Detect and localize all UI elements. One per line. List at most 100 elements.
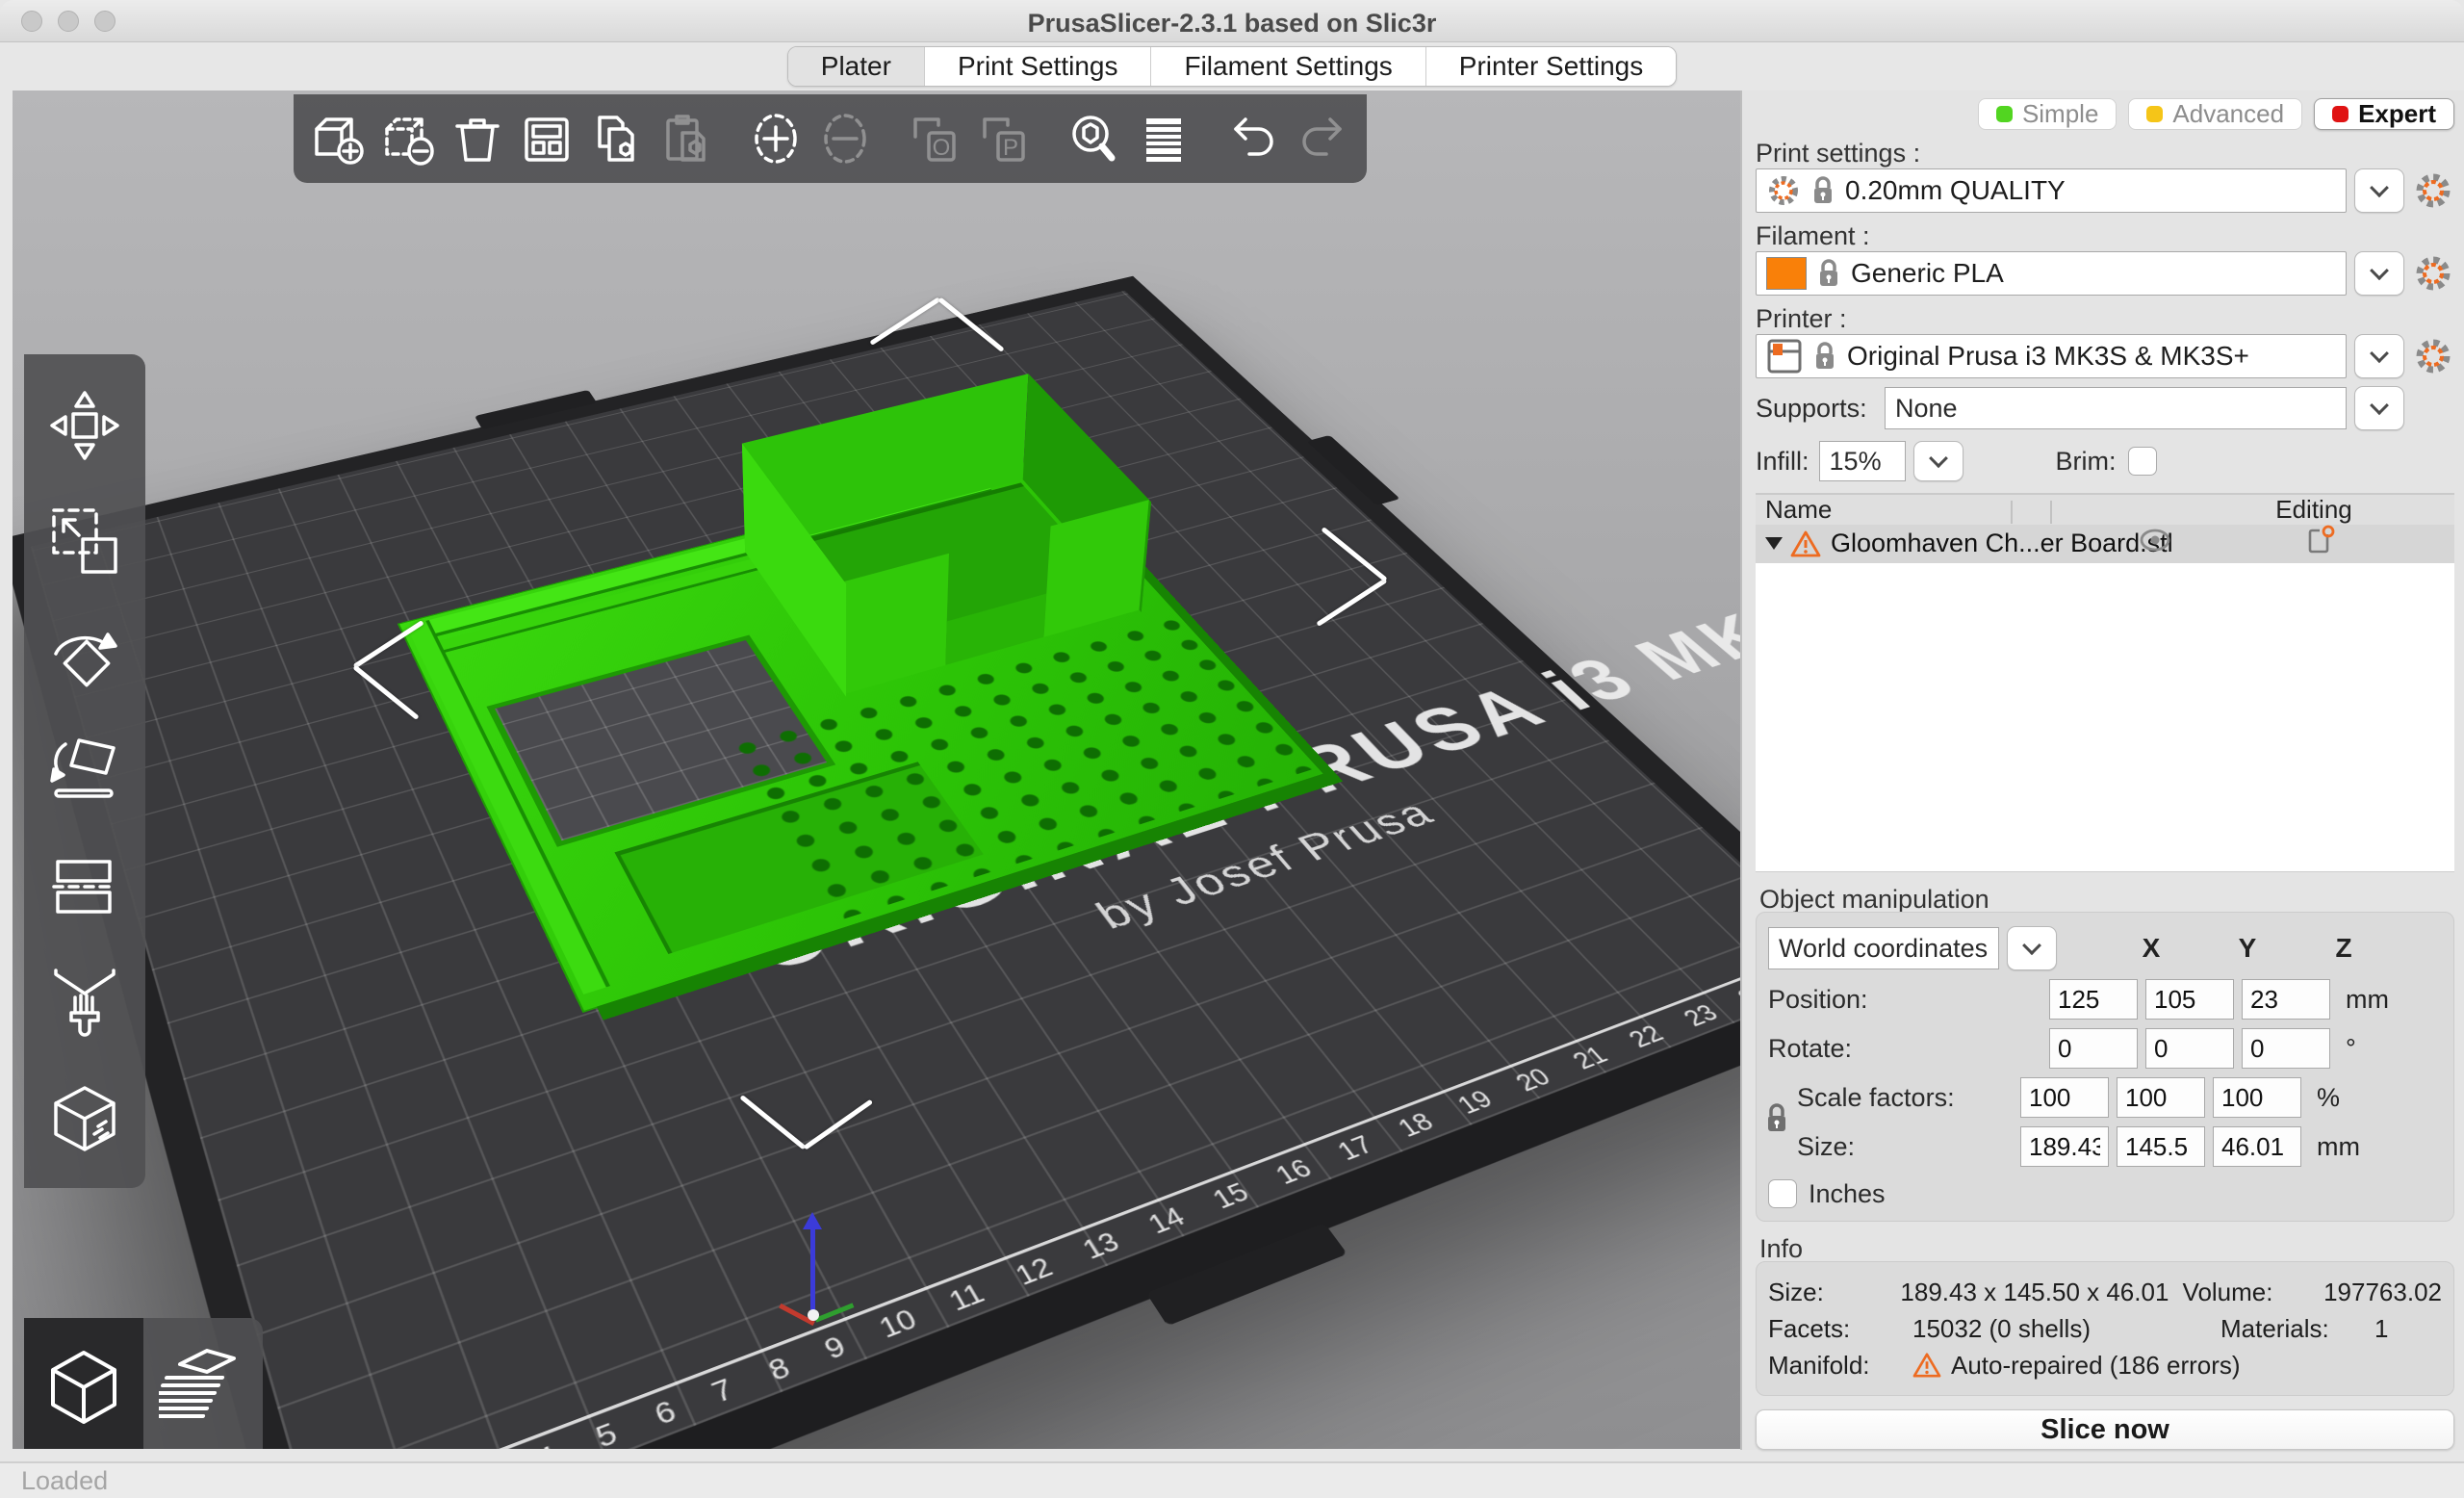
tab-filament-settings[interactable]: Filament Settings <box>1151 47 1425 86</box>
supports-select[interactable]: None <box>1885 387 2347 429</box>
filament-dropdown-button[interactable] <box>2354 251 2404 296</box>
collapse-triangle-icon[interactable] <box>1765 537 1783 550</box>
copy-icon <box>586 108 648 169</box>
move-button[interactable] <box>38 379 131 472</box>
z-axis-header: Z <box>2299 933 2388 964</box>
printer-dropdown-button[interactable] <box>2354 334 2404 378</box>
print-settings-combo[interactable]: 0.20mm QUALITY <box>1756 168 2347 213</box>
scale-unit: % <box>2317 1083 2340 1113</box>
size-unit: mm <box>2317 1132 2360 1162</box>
model-object[interactable] <box>399 460 1323 1011</box>
rotate-y-input[interactable] <box>2145 1028 2234 1069</box>
visibility-toggle[interactable] <box>2139 528 2171 559</box>
scale-factors-label: Scale factors: <box>1768 1083 2020 1113</box>
info-size-label: Size: <box>1768 1278 1900 1307</box>
size-x-input[interactable] <box>2020 1126 2109 1167</box>
coordinate-system-select[interactable]: World coordinates <box>1768 927 1999 969</box>
preview-layers-button[interactable] <box>143 1318 263 1449</box>
infill-input[interactable]: 15% <box>1819 441 1906 481</box>
slice-now-button[interactable]: Slice now <box>1756 1409 2454 1450</box>
rotate-icon <box>44 615 125 696</box>
search-button[interactable] <box>1063 102 1124 175</box>
tab-print-settings[interactable]: Print Settings <box>925 47 1152 86</box>
mode-advanced-button[interactable]: Advanced <box>2128 98 2302 130</box>
y-axis <box>815 1303 855 1322</box>
infill-value: 15% <box>1830 447 1882 477</box>
paint-on-supports-icon <box>44 961 125 1042</box>
position-x-input[interactable] <box>2049 979 2138 1020</box>
left-toolbar <box>24 354 145 1188</box>
paste-button[interactable] <box>655 102 717 175</box>
filament-gear-button[interactable] <box>2412 251 2454 296</box>
infill-dropdown-button[interactable] <box>1913 441 1964 481</box>
printer-combo[interactable]: Original Prusa i3 MK3S & MK3S+ <box>1756 334 2347 378</box>
cut-button[interactable] <box>38 840 131 933</box>
status-bar: Loaded <box>0 1461 2464 1498</box>
remove-instance-button[interactable] <box>814 102 876 175</box>
redo-button[interactable] <box>1292 102 1353 175</box>
variable-layer-height-button[interactable] <box>1133 102 1194 175</box>
remove-object-icon <box>377 108 439 169</box>
object-row[interactable]: Gloomhaven Ch...er Board.stl <box>1756 525 2454 563</box>
chevron-down-icon <box>2370 344 2389 363</box>
tab-printer-settings[interactable]: Printer Settings <box>1426 47 1676 86</box>
rotate-x-input[interactable] <box>2049 1028 2138 1069</box>
remove-object-button[interactable] <box>376 102 438 175</box>
print-settings-value: 0.20mm QUALITY <box>1845 175 2066 206</box>
chevron-down-icon <box>1929 449 1948 468</box>
filament-label: Filament : <box>1756 221 2454 248</box>
viewport-3d[interactable]: ORIGINAL PRUSA i3 MK3 by Josef Prusa 1 2… <box>13 90 1740 1449</box>
seam-painting-button[interactable] <box>38 1071 131 1163</box>
undo-button[interactable] <box>1221 102 1283 175</box>
info-volume-value: 197763.02 <box>2323 1278 2442 1307</box>
info-materials-value: 1 <box>2374 1314 2442 1344</box>
supports-dropdown-button[interactable] <box>2354 386 2404 430</box>
delete-all-button[interactable] <box>447 102 508 175</box>
scale-x-input[interactable] <box>2020 1077 2109 1118</box>
add-instance-button[interactable] <box>745 102 807 175</box>
status-text: Loaded <box>21 1466 108 1496</box>
rotate-z-input[interactable] <box>2242 1028 2330 1069</box>
rotate-label: Rotate: <box>1768 1034 2049 1064</box>
3d-editor-view-button[interactable] <box>24 1318 143 1449</box>
printer-gear-button[interactable] <box>2412 334 2454 378</box>
window-title: PrusaSlicer-2.3.1 based on Slic3r <box>0 9 2464 39</box>
scale-z-input[interactable] <box>2213 1077 2301 1118</box>
add-object-button[interactable] <box>307 102 369 175</box>
rotate-button[interactable] <box>38 609 131 702</box>
add-instance-icon <box>745 108 807 169</box>
print-settings-dropdown-button[interactable] <box>2354 168 2404 213</box>
scale-y-input[interactable] <box>2117 1077 2205 1118</box>
filament-combo[interactable]: Generic PLA <box>1756 251 2347 296</box>
origin-axes <box>797 1212 855 1337</box>
info-title: Info <box>1756 1234 2454 1261</box>
mode-switcher: Simple Advanced Expert <box>1756 98 2454 130</box>
printer-value: Original Prusa i3 MK3S & MK3S+ <box>1847 341 2249 372</box>
object-list[interactable]: Gloomhaven Ch...er Board.stl <box>1756 525 2454 873</box>
size-z-input[interactable] <box>2213 1126 2301 1167</box>
object-settings-button[interactable] <box>2306 525 2335 562</box>
tab-plater[interactable]: Plater <box>788 47 925 86</box>
lock-icon <box>1816 257 1841 290</box>
bed-clip <box>475 390 598 429</box>
variable-layer-height-icon <box>1133 108 1194 169</box>
mode-simple-button[interactable]: Simple <box>1978 98 2117 130</box>
coordinate-system-dropdown-button[interactable] <box>2007 926 2057 970</box>
size-y-input[interactable] <box>2117 1126 2205 1167</box>
y-axis-header: Y <box>2203 933 2292 964</box>
brim-label: Brim: <box>2056 447 2117 477</box>
info-manifold-label: Manifold: <box>1768 1351 1912 1381</box>
arrange-button[interactable] <box>516 102 578 175</box>
place-on-face-button[interactable] <box>38 725 131 817</box>
position-z-input[interactable] <box>2242 979 2330 1020</box>
copy-button[interactable] <box>585 102 647 175</box>
split-to-parts-button[interactable]: P <box>973 102 1035 175</box>
mode-expert-button[interactable]: Expert <box>2314 98 2454 130</box>
inches-checkbox[interactable] <box>1768 1179 1797 1208</box>
position-y-input[interactable] <box>2145 979 2234 1020</box>
split-to-objects-button[interactable]: O <box>904 102 965 175</box>
brim-checkbox[interactable] <box>2128 447 2157 476</box>
paint-on-supports-button[interactable] <box>38 955 131 1047</box>
print-settings-gear-button[interactable] <box>2412 168 2454 213</box>
scale-button[interactable] <box>38 495 131 587</box>
